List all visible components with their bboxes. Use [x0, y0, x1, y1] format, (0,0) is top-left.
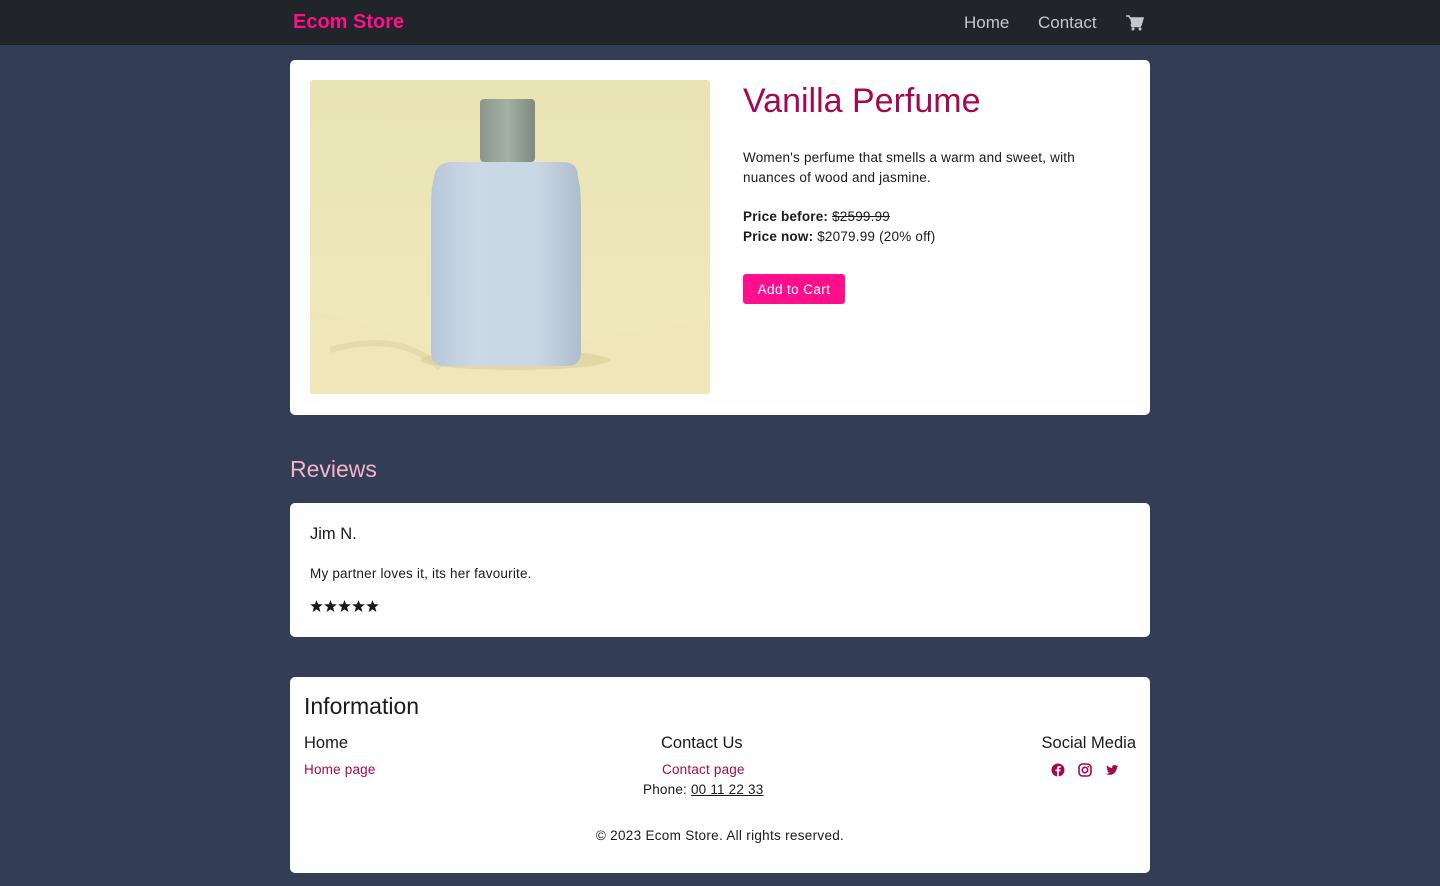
facebook-icon[interactable]: [1051, 763, 1065, 777]
review-rating: [310, 600, 379, 612]
star-icon: [310, 600, 323, 612]
review-author: Jim N.: [310, 525, 357, 543]
shopping-cart-icon[interactable]: [1126, 15, 1144, 31]
twitter-icon[interactable]: [1105, 763, 1119, 777]
product-title: Vanilla Perfume: [743, 82, 981, 120]
copyright: © 2023 Ecom Store. All rights reserved.: [595, 828, 845, 843]
phone-number-link[interactable]: 00 11 22 33: [691, 782, 764, 797]
footer-title: Information: [304, 693, 420, 719]
price-before-label: Price before:: [743, 209, 829, 224]
footer-phone: Phone: 00 11 22 33: [643, 782, 763, 797]
product-description: Women's perfume that smells a warm and s…: [743, 150, 1075, 185]
price-now-label: Price now:: [743, 229, 814, 244]
product-card: Vanilla Perfume Women's perfume that sme…: [290, 60, 1150, 415]
review-text: My partner loves it, its her favourite.: [310, 566, 532, 581]
social-icons: [1051, 763, 1119, 777]
footer-home-heading: Home: [304, 734, 349, 752]
product-image: [310, 80, 710, 394]
price-before: Price before: $2599.99: [743, 209, 890, 224]
footer-contact-heading: Contact Us: [661, 734, 743, 752]
review-card: Jim N. My partner loves it, its her favo…: [290, 503, 1150, 637]
star-icon: [338, 600, 351, 612]
price-now: Price now: $2079.99 (20% off): [743, 229, 935, 244]
price-before-value: $2599.99: [832, 209, 891, 224]
star-icon: [366, 600, 379, 612]
instagram-icon[interactable]: [1078, 763, 1092, 777]
footer-social-heading: Social Media: [1041, 734, 1136, 752]
footer-home-link[interactable]: Home page: [304, 762, 376, 777]
phone-label: Phone:: [643, 782, 687, 797]
reviews-heading: Reviews: [290, 456, 377, 482]
footer-contact-link[interactable]: Contact page: [662, 762, 745, 777]
price-now-value: $2079.99: [817, 229, 876, 244]
brand-logo-link[interactable]: Ecom Store: [293, 11, 404, 34]
star-icon: [352, 600, 365, 612]
add-to-cart-button[interactable]: Add to Cart: [743, 274, 845, 304]
nav-home-link[interactable]: Home: [964, 13, 1009, 33]
navbar: Ecom Store Home Contact: [0, 0, 1440, 45]
nav-contact-link[interactable]: Contact: [1038, 13, 1097, 33]
star-icon: [324, 600, 337, 612]
footer-card: Information Home Home page Contact Us Co…: [290, 677, 1150, 873]
discount-label: (20% off): [879, 229, 936, 244]
